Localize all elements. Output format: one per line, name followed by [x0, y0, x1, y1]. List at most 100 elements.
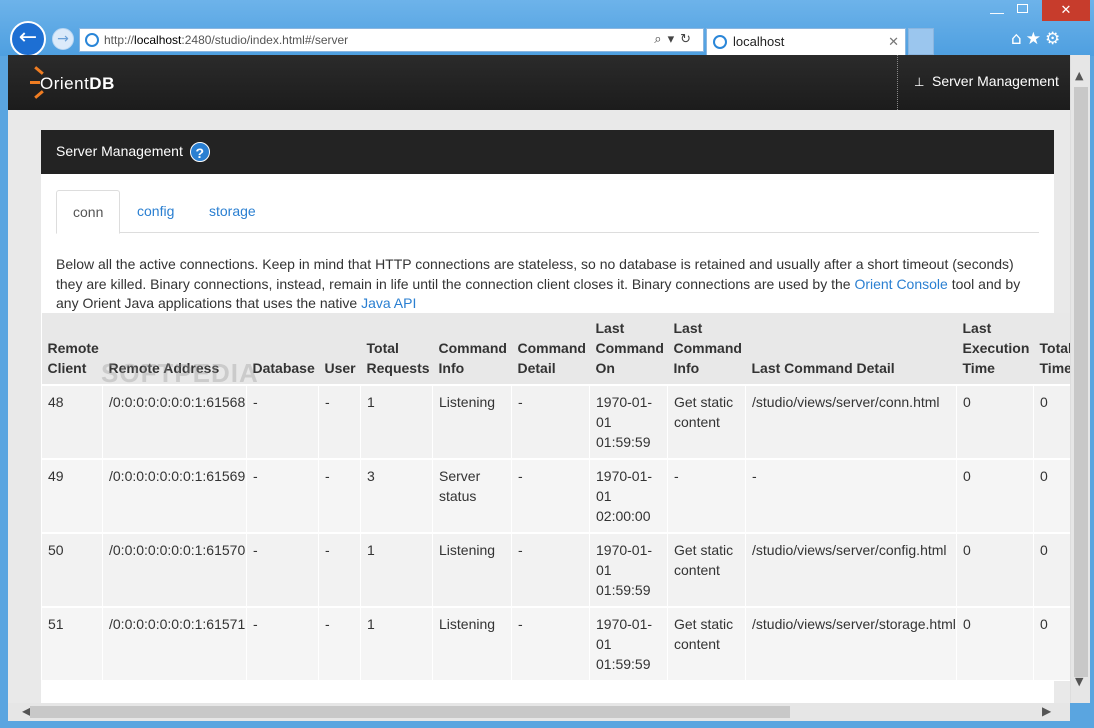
minimize-icon[interactable]: —: [990, 4, 1004, 20]
top-navbar: OrientDB ⊥ Server Management: [8, 55, 1070, 110]
column-header[interactable]: Last Command Detail: [745, 313, 957, 385]
vertical-scroll-thumb[interactable]: [1074, 87, 1088, 677]
java-api-link[interactable]: Java API: [361, 295, 416, 311]
table-cell: Get static content: [667, 384, 746, 460]
forward-button[interactable]: →: [52, 28, 74, 50]
table-cell: 51: [41, 606, 103, 681]
table-cell: /0:0:0:0:0:0:0:1:61568: [102, 384, 247, 460]
logo-text: OrientDB: [40, 74, 115, 93]
column-header[interactable]: Command Detail: [511, 313, 590, 385]
scroll-right-icon[interactable]: ▶: [1042, 704, 1051, 718]
table-cell: Listening: [432, 606, 512, 681]
table-cell: 0: [956, 458, 1034, 534]
horizontal-scrollbar[interactable]: ◀ ▶: [8, 703, 1070, 721]
address-tools-icons[interactable]: ⌕▾↻: [654, 29, 697, 51]
table-cell: /0:0:0:0:0:0:0:1:61571: [102, 606, 247, 681]
table-cell: -: [246, 532, 319, 608]
column-header[interactable]: Last Command Info: [667, 313, 746, 385]
column-header[interactable]: Command Info: [432, 313, 512, 385]
table-cell: 1: [360, 384, 433, 460]
table-cell: Get static content: [667, 606, 746, 681]
column-header[interactable]: Remote Client: [41, 313, 103, 385]
table-cell: -: [511, 532, 590, 608]
table-cell: 49: [41, 458, 103, 534]
table-cell: -: [246, 606, 319, 681]
table-cell: /0:0:0:0:0:0:0:1:61569: [102, 458, 247, 534]
table-cell: -: [318, 606, 361, 681]
tab-storage[interactable]: storage: [193, 190, 272, 233]
table-cell: 0: [1033, 384, 1070, 460]
table-cell: -: [745, 458, 957, 534]
close-window-icon[interactable]: ✕: [1042, 0, 1090, 21]
column-header[interactable]: Total Requests: [360, 313, 433, 385]
ie-icon: [85, 33, 99, 47]
connections-description: Below all the active connections. Keep i…: [56, 255, 1041, 314]
table-cell: -: [511, 458, 590, 534]
table-cell: -: [318, 458, 361, 534]
table-cell: /0:0:0:0:0:0:0:1:61570: [102, 532, 247, 608]
table-cell: 0: [956, 384, 1034, 460]
table-cell: 1: [360, 532, 433, 608]
column-header[interactable]: Total Working Time: [1033, 313, 1070, 385]
table-cell: -: [318, 384, 361, 460]
server-management-label: Server Management: [932, 73, 1059, 89]
table-cell: 0: [956, 606, 1034, 681]
ie-icon: [713, 35, 727, 49]
browser-chrome: ← → http://localhost:2480/studio/index.h…: [0, 0, 1094, 57]
table-row: 50 /0:0:0:0:0:0:0:1:61570 - - 1 Listenin…: [41, 532, 1070, 608]
table-cell: 50: [41, 532, 103, 608]
url-rest: :2480/studio/index.html#/server: [181, 33, 349, 47]
table-cell: 1970-01-01 01:59:59: [589, 606, 668, 681]
table-cell: 1970-01-01 02:00:00: [589, 458, 668, 534]
close-tab-icon[interactable]: ✕: [888, 29, 899, 55]
table-cell: 48: [41, 384, 103, 460]
horizontal-scroll-thumb[interactable]: [30, 706, 790, 718]
back-button[interactable]: ←: [10, 21, 46, 57]
table-cell: /studio/views/server/conn.html: [745, 384, 957, 460]
scroll-up-icon[interactable]: ▲: [1075, 69, 1083, 82]
help-icon[interactable]: ?: [189, 142, 210, 163]
browser-tab[interactable]: localhost ✕: [706, 28, 906, 55]
address-bar[interactable]: http://localhost:2480/studio/index.html#…: [79, 28, 704, 52]
sitemap-icon: ⊥: [914, 75, 925, 89]
table-row: 48 /0:0:0:0:0:0:0:1:61568 - - 1 Listenin…: [41, 384, 1070, 460]
scroll-down-icon[interactable]: ▼: [1075, 675, 1083, 688]
table-cell: Get static content: [667, 532, 746, 608]
table-cell: 0: [956, 532, 1034, 608]
new-tab-button[interactable]: [908, 28, 934, 55]
orientdb-logo[interactable]: OrientDB: [22, 61, 122, 105]
column-header[interactable]: User: [318, 313, 361, 385]
maximize-icon[interactable]: [1017, 4, 1028, 13]
column-header[interactable]: Last Execution Time: [956, 313, 1034, 385]
orient-console-link[interactable]: Orient Console: [854, 276, 947, 292]
table-row: 51 /0:0:0:0:0:0:0:1:61571 - - 1 Listenin…: [41, 606, 1070, 681]
tab-conn[interactable]: conn: [56, 190, 121, 234]
table-cell: Server status: [432, 458, 512, 534]
table-cell: -: [246, 384, 319, 460]
column-header[interactable]: Last Command On: [589, 313, 668, 385]
logo-ray: [30, 81, 40, 84]
table-cell: 0: [1033, 458, 1070, 534]
table-cell: 1: [360, 606, 433, 681]
table-cell: 3: [360, 458, 433, 534]
panel-tabs: conn config storage: [56, 190, 1039, 234]
home-favorites-settings-icons[interactable]: ⌂★⚙: [1011, 29, 1064, 49]
table-cell: -: [246, 458, 319, 534]
table-cell: 1970-01-01 01:59:59: [589, 532, 668, 608]
url-prefix: http://: [104, 33, 135, 47]
table-cell: /studio/views/server/config.html: [745, 532, 957, 608]
panel-header: Server Management ?: [41, 130, 1054, 174]
table-cell: Listening: [432, 532, 512, 608]
table-cell: 1970-01-01 01:59:59: [589, 384, 668, 460]
table-cell: 0: [1033, 606, 1070, 681]
server-management-nav[interactable]: ⊥ Server Management: [897, 55, 1070, 110]
tab-config[interactable]: config: [121, 190, 190, 233]
table-cell: /studio/views/server/storage.html: [745, 606, 957, 681]
table-cell: -: [511, 384, 590, 460]
table-cell: -: [318, 532, 361, 608]
table-cell: -: [667, 458, 746, 534]
url-host: localhost: [134, 33, 182, 47]
table-cell: 0: [1033, 532, 1070, 608]
vertical-scrollbar[interactable]: ▲ ▼: [1070, 55, 1090, 703]
panel-title: Server Management: [56, 143, 183, 159]
